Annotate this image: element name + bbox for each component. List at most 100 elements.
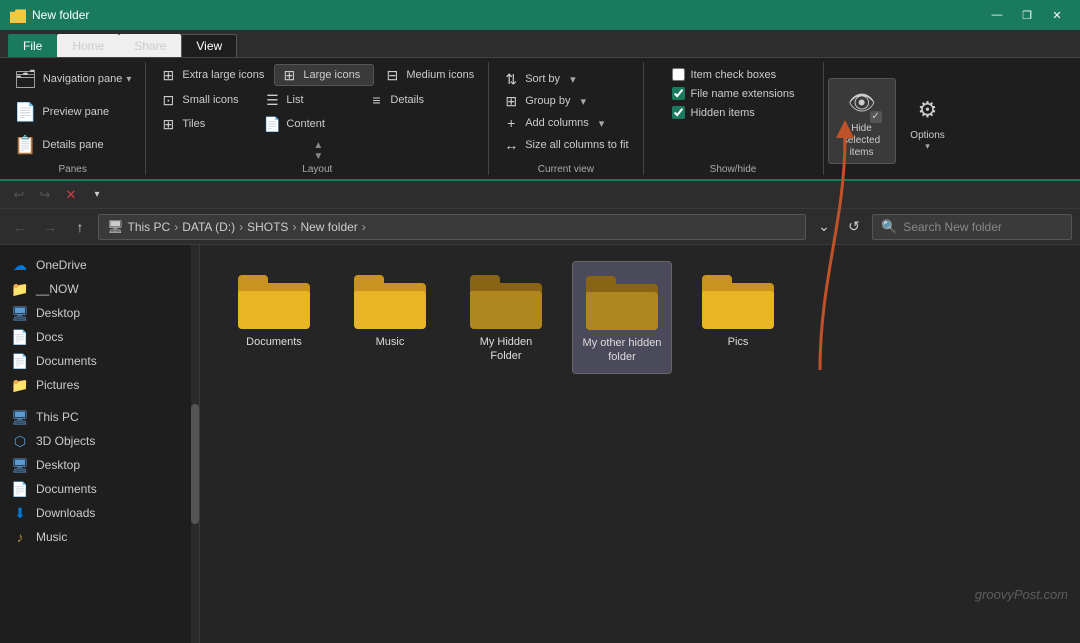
item-checkboxes-toggle[interactable]: Item check boxes bbox=[668, 66, 781, 83]
file-extensions-input[interactable] bbox=[672, 87, 685, 100]
folder-shape-music bbox=[354, 275, 426, 329]
tiles-button[interactable]: ⊞ Tiles bbox=[154, 114, 254, 134]
item-checkboxes-input[interactable] bbox=[672, 68, 685, 81]
sidebar-item-docs[interactable]: 📄 Docs bbox=[0, 325, 199, 349]
forward-button[interactable]: → bbox=[38, 215, 62, 239]
sidebar-scrollbar-track[interactable] bbox=[191, 245, 199, 643]
title-bar: New folder — ❐ ✕ bbox=[0, 0, 1080, 30]
folder-front bbox=[238, 291, 310, 329]
sidebar-item-documents[interactable]: 📄 Documents bbox=[0, 349, 199, 373]
sidebar-item-pictures[interactable]: 📁 Pictures bbox=[0, 373, 199, 397]
folder-item-documents[interactable]: Documents bbox=[224, 261, 324, 374]
navigation-pane-button[interactable]: 🗂 Navigation pane ▾ bbox=[8, 65, 137, 94]
hidden-items-toggle[interactable]: Hidden items bbox=[668, 104, 759, 121]
qa-dropdown-button[interactable]: ▾ bbox=[86, 184, 108, 206]
search-box[interactable]: 🔍 Search New folder bbox=[872, 214, 1072, 240]
tab-file[interactable]: File bbox=[8, 34, 57, 57]
tab-home[interactable]: Home bbox=[57, 34, 119, 57]
title-bar-controls: — ❐ ✕ bbox=[984, 5, 1070, 25]
up-button[interactable]: ↑ bbox=[68, 215, 92, 239]
documents-icon: 📄 bbox=[12, 353, 28, 369]
sidebar-item-thispc[interactable]: 🖥 This PC bbox=[0, 405, 199, 429]
layout-content: ⊞ Extra large icons ⊞ Large icons ⊟ Medi… bbox=[154, 62, 480, 136]
delete-qa-button[interactable]: ✕ bbox=[60, 184, 82, 206]
folder-label-my-hidden-folder: My Hidden Folder bbox=[464, 335, 548, 364]
desktop2-icon: 🖥 bbox=[12, 457, 28, 473]
ribbon-tabs: File Home Share View bbox=[0, 30, 1080, 58]
details-pane-button[interactable]: 📋 Details pane bbox=[8, 131, 128, 160]
hide-selected-icon: 👁 ✓ bbox=[842, 83, 882, 123]
ribbon-group-current-view: ⇅ Sort by ▾ ⊞ Group by ▾ + Add columns ▾… bbox=[489, 62, 643, 175]
folder-front-pics bbox=[702, 291, 774, 329]
downloads-icon: ⬇ bbox=[12, 505, 28, 521]
folder-front-other-hidden bbox=[586, 292, 658, 330]
address-path[interactable]: 🖥 This PC › DATA (D:) › SHOTS › New fold… bbox=[98, 214, 806, 240]
folder-icon-documents bbox=[238, 269, 310, 329]
folder-icon-pics bbox=[702, 269, 774, 329]
now-folder-icon: 📁 bbox=[12, 281, 28, 297]
options-button[interactable]: ⚙ Options ▾ bbox=[900, 86, 956, 156]
small-icons-button[interactable]: ⊡ Small icons bbox=[154, 90, 254, 110]
folder-item-my-hidden-folder[interactable]: My Hidden Folder bbox=[456, 261, 556, 374]
title-bar-left: New folder bbox=[10, 7, 89, 23]
folder-icon-my-hidden-folder bbox=[470, 269, 542, 329]
hide-selected-button[interactable]: 👁 ✓ Hide selected items bbox=[828, 78, 896, 164]
tab-view[interactable]: View bbox=[181, 34, 237, 57]
sidebar-item-desktop2[interactable]: 🖥 Desktop bbox=[0, 453, 199, 477]
options-icon: ⚙ bbox=[908, 90, 948, 130]
undo-button[interactable]: ↩ bbox=[8, 184, 30, 206]
sort-by-button[interactable]: ⇅ Sort by ▾ bbox=[497, 69, 634, 89]
ribbon-group-panes: 🗂 Navigation pane ▾ 📄 Preview pane 📋 Det… bbox=[0, 62, 146, 175]
sidebar-item-downloads[interactable]: ⬇ Downloads bbox=[0, 501, 199, 525]
main-area: ☁ OneDrive 📁 __NOW 🖥 Desktop 📄 Docs 📄 Do… bbox=[0, 245, 1080, 643]
panes-label: Panes bbox=[59, 162, 87, 175]
redo-button[interactable]: ↪ bbox=[34, 184, 56, 206]
size-columns-button[interactable]: ↔ Size all columns to fit bbox=[497, 135, 634, 155]
window-title: New folder bbox=[32, 8, 89, 22]
layout-expand-button[interactable]: ▲▼ bbox=[311, 140, 325, 162]
address-bar: ← → ↑ 🖥 This PC › DATA (D:) › SHOTS › Ne… bbox=[0, 209, 1080, 245]
address-dropdown-button[interactable]: ⌄ bbox=[812, 215, 836, 239]
sidebar-item-desktop1[interactable]: 🖥 Desktop bbox=[0, 301, 199, 325]
content-button[interactable]: 📄 Content bbox=[258, 114, 358, 134]
folder-front bbox=[354, 291, 426, 329]
add-columns-button[interactable]: + Add columns ▾ bbox=[497, 113, 634, 133]
refresh-button[interactable]: ↺ bbox=[842, 215, 866, 239]
extra-large-icons-button[interactable]: ⊞ Extra large icons bbox=[154, 64, 270, 86]
details-button[interactable]: ≡ Details bbox=[362, 90, 462, 110]
folder-item-my-other-hidden-folder[interactable]: My other hidden folder bbox=[572, 261, 672, 374]
folder-label-documents: Documents bbox=[246, 335, 302, 349]
pictures-icon: 📁 bbox=[12, 377, 28, 393]
sidebar-item-documents2[interactable]: 📄 Documents bbox=[0, 477, 199, 501]
panes-content: 🗂 Navigation pane ▾ 📄 Preview pane 📋 Det… bbox=[8, 62, 137, 162]
list-button[interactable]: ☰ List bbox=[258, 90, 358, 110]
folder-item-music[interactable]: Music bbox=[340, 261, 440, 374]
3d-icon: ⬡ bbox=[12, 433, 28, 449]
sidebar-item-3dobjects[interactable]: ⬡ 3D Objects bbox=[0, 429, 199, 453]
restore-button[interactable]: ❐ bbox=[1014, 5, 1040, 25]
minimize-button[interactable]: — bbox=[984, 5, 1010, 25]
back-button[interactable]: ← bbox=[8, 215, 32, 239]
large-icons-button[interactable]: ⊞ Large icons bbox=[274, 64, 374, 86]
file-extensions-toggle[interactable]: File name extensions bbox=[668, 85, 799, 102]
hidden-items-input[interactable] bbox=[672, 106, 685, 119]
medium-icons-button[interactable]: ⊟ Medium icons bbox=[378, 64, 480, 86]
quick-access-toolbar: ↩ ↪ ✕ ▾ bbox=[0, 181, 1080, 209]
folder-front-hidden bbox=[470, 291, 542, 329]
tab-share[interactable]: Share bbox=[119, 34, 181, 57]
ribbon-group-layout: ⊞ Extra large icons ⊞ Large icons ⊟ Medi… bbox=[146, 62, 489, 175]
title-folder-icon bbox=[10, 7, 26, 23]
sidebar-item-music[interactable]: ♪ Music bbox=[0, 525, 199, 549]
current-view-label: Current view bbox=[538, 162, 594, 175]
close-button[interactable]: ✕ bbox=[1044, 5, 1070, 25]
folder-icon-my-other-hidden-folder bbox=[586, 270, 658, 330]
preview-pane-button[interactable]: 📄 Preview pane bbox=[8, 98, 128, 127]
folder-shape-my-hidden-folder bbox=[470, 275, 542, 329]
group-by-button[interactable]: ⊞ Group by ▾ bbox=[497, 91, 634, 111]
folder-item-pics[interactable]: Pics bbox=[688, 261, 788, 374]
sidebar: ☁ OneDrive 📁 __NOW 🖥 Desktop 📄 Docs 📄 Do… bbox=[0, 245, 200, 643]
sidebar-item-onedrive[interactable]: ☁ OneDrive bbox=[0, 253, 199, 277]
sidebar-scrollbar-thumb[interactable] bbox=[191, 404, 199, 523]
sidebar-item-now[interactable]: 📁 __NOW bbox=[0, 277, 199, 301]
watermark: groovyPost.com bbox=[975, 587, 1068, 602]
